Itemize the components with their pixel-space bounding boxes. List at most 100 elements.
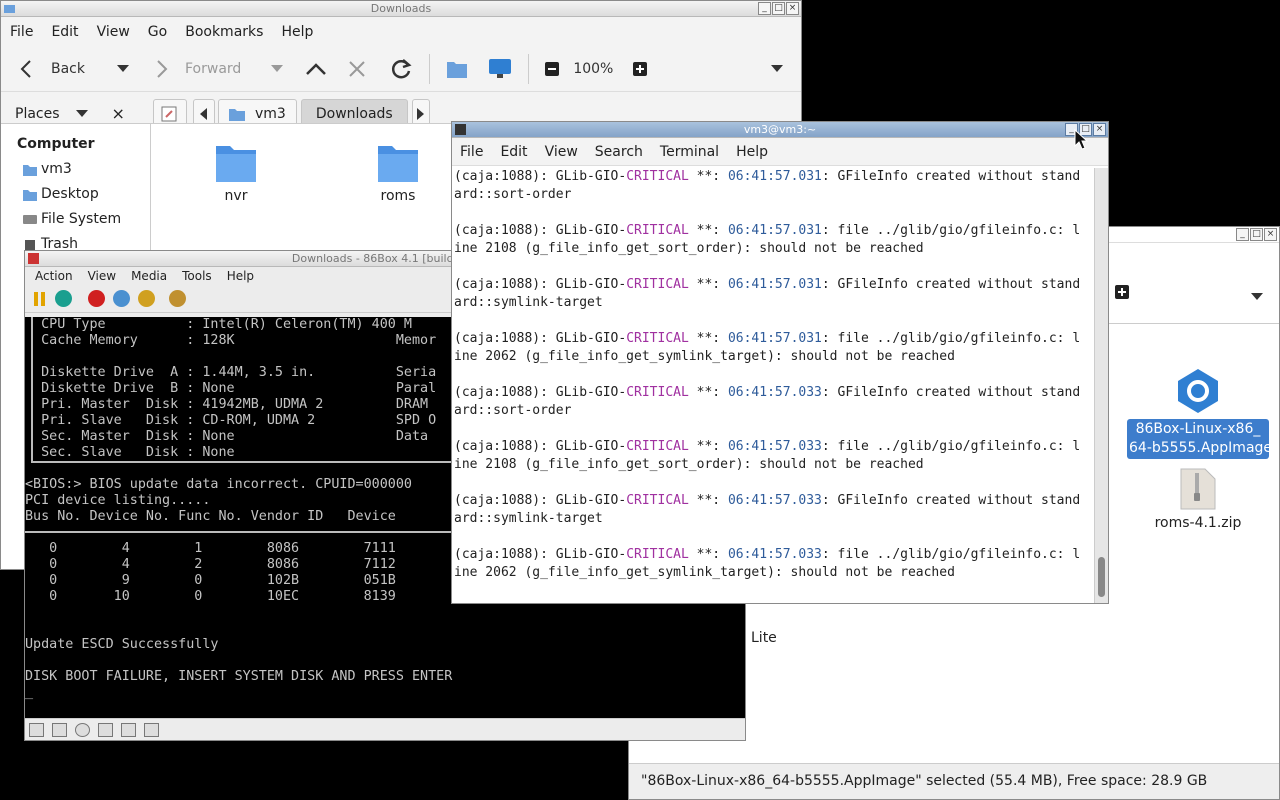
zoom-level: 100% (573, 61, 614, 77)
sidebar-item-vm3[interactable]: vm3 (1, 156, 150, 181)
terminal-line: (caja:1088): GLib-GIO-CRITICAL **: 06:41… (454, 168, 1092, 186)
reload-button[interactable] (367, 47, 413, 91)
menu-go[interactable]: Go (139, 24, 176, 40)
terminal-output[interactable]: (caja:1088): GLib-GIO- CRITICAL **: 06:41… (452, 168, 1094, 603)
close-button[interactable]: × (1093, 123, 1106, 136)
file-label: 86Box-Linux-x86_ 64-b5555.AppImage (1127, 419, 1272, 459)
close-icon[interactable]: × (112, 104, 125, 123)
terminal-line: (caja:1088): GLib-GIO-CRITICAL **: 06:41… (454, 276, 1092, 294)
folder-item-nvr[interactable]: nvr (191, 142, 281, 204)
zoom-in-button[interactable] (613, 47, 648, 91)
toolbar: Back Forward 100% (1, 47, 801, 91)
maximize-button[interactable]: □ (1250, 228, 1263, 241)
chevron-down-icon[interactable] (75, 109, 88, 118)
terminal-line: (caja:1088): GLib-GIO-CRITICAL **: 06:41… (454, 438, 1092, 456)
home-button[interactable] (430, 47, 468, 91)
chevron-right-icon (416, 107, 424, 120)
close-button[interactable]: × (786, 2, 799, 15)
terminal-text: : GFileInfo created without stand (821, 385, 1081, 400)
terminal-scrollbar[interactable] (1094, 168, 1108, 603)
terminal-text: CRITICAL (626, 439, 689, 454)
stop-button[interactable] (327, 47, 367, 91)
reset-icon[interactable] (55, 290, 72, 307)
terminal-text: **: (688, 277, 728, 292)
maximize-button[interactable]: □ (772, 2, 785, 15)
sidebar-item-file-system[interactable]: File System (1, 206, 150, 231)
network-icon[interactable] (121, 722, 136, 737)
terminal-titlebar[interactable]: vm3@vm3:~ _ □ × (452, 122, 1108, 138)
minimize-button[interactable]: _ (758, 2, 771, 15)
minimize-button[interactable]: _ (1236, 228, 1249, 241)
forward-button[interactable]: Forward (129, 47, 284, 91)
folder-item-roms[interactable]: roms (353, 142, 443, 204)
view-menu-button[interactable] (647, 47, 784, 91)
power-icon[interactable] (88, 290, 105, 307)
gear-icon[interactable] (169, 290, 186, 307)
ctrl-alt-del-icon[interactable] (113, 290, 130, 307)
menu-file[interactable]: File (1, 24, 42, 40)
terminal-line: ard::symlink-target (454, 295, 603, 310)
up-button[interactable] (283, 47, 327, 91)
menu-bookmarks[interactable]: Bookmarks (176, 24, 272, 40)
terminal-line: (caja:1088): GLib-GIO-CRITICAL **: 06:41… (454, 492, 1092, 510)
computer-button[interactable] (468, 47, 512, 91)
menu-action[interactable]: Action (25, 269, 78, 283)
menu-search[interactable]: Search (587, 144, 652, 160)
back-arrow-icon (20, 60, 31, 78)
speaker-icon[interactable] (144, 722, 159, 737)
menu-edit[interactable]: Edit (42, 24, 87, 40)
menu-file[interactable]: File (452, 144, 492, 160)
terminal-text: 06:41:57.031 (727, 331, 822, 346)
zip-file-icon (1180, 468, 1216, 510)
new-tab-icon[interactable] (1115, 285, 1129, 303)
hard-disk-icon[interactable] (98, 722, 113, 737)
terminal-text: **: (688, 385, 728, 400)
menu-view[interactable]: View (88, 24, 139, 40)
menu-help[interactable]: Help (217, 269, 259, 283)
zoom-out-button[interactable] (529, 47, 560, 91)
menu-tools[interactable]: Tools (172, 269, 217, 283)
terminal-text: 06:41:57.031 (727, 169, 822, 184)
menu-view[interactable]: View (78, 269, 121, 283)
menu-media[interactable]: Media (121, 269, 172, 283)
scrollbar-thumb[interactable] (1098, 557, 1105, 597)
terminal-icon (455, 124, 466, 135)
terminal-line: ine 2062 (g_file_info_get_symlink_target… (454, 565, 955, 580)
menu-help[interactable]: Help (728, 144, 777, 160)
file-label: roms-4.1.zip (1154, 515, 1242, 531)
terminal-line: ard::sort-order (454, 187, 572, 202)
terminal-line: (caja:1088): GLib-GIO-CRITICAL **: 06:41… (454, 330, 1092, 348)
menu-edit[interactable]: Edit (492, 144, 536, 160)
drive-icon (23, 214, 37, 224)
screen-line: DISK BOOT FAILURE, INSERT SYSTEM DISK AN… (25, 669, 453, 684)
cdrom-icon[interactable] (75, 722, 90, 737)
terminal-line: (caja:1088): GLib-GIO-CRITICAL **: 06:41… (454, 222, 1092, 240)
menu-help[interactable]: Help (272, 24, 322, 40)
terminal-text: : GFileInfo created without stand (821, 277, 1081, 292)
menu-view[interactable]: View (537, 144, 587, 160)
terminal-text: (caja:1088): GLib-GIO- (454, 169, 627, 184)
file-item-appimage[interactable]: 86Box-Linux-x86_ 64-b5555.AppImage (1127, 367, 1272, 459)
pause-icon[interactable] (33, 291, 47, 307)
fm-titlebar[interactable]: Downloads _ □ × (1, 1, 801, 17)
chevron-down-icon[interactable] (1251, 289, 1263, 305)
terminal-text: (caja:1088): GLib-GIO- (454, 493, 627, 508)
menu-terminal[interactable]: Terminal (652, 144, 728, 160)
bios-divider (25, 531, 485, 533)
terminal-text: CRITICAL (626, 223, 689, 238)
floppy-b-icon[interactable] (52, 722, 67, 737)
back-button[interactable]: Back (1, 47, 129, 91)
settings-icon[interactable] (138, 290, 155, 307)
file-item-roms-zip[interactable]: roms-4.1.zip (1145, 467, 1251, 531)
close-button[interactable]: × (1264, 228, 1277, 241)
terminal-text: : GFileInfo created without stand (821, 169, 1081, 184)
close-icon (349, 61, 366, 77)
floppy-a-icon[interactable] (29, 722, 44, 737)
terminal-text: 06:41:57.033 (727, 439, 822, 454)
sidebar-item-desktop[interactable]: Desktop (1, 181, 150, 206)
terminal-text: 06:41:57.033 (727, 385, 822, 400)
terminal-text: 06:41:57.033 (727, 493, 822, 508)
terminal-text: 06:41:57.031 (727, 223, 822, 238)
